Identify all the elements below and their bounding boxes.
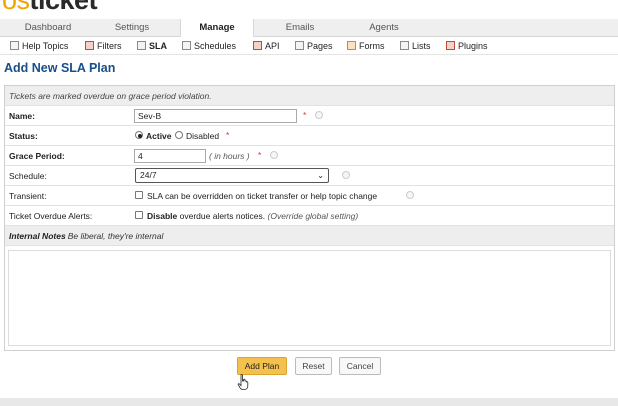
transient-label: Transient: — [9, 191, 47, 201]
schedule-label: Schedule: — [9, 171, 47, 181]
overdue-alerts-hint: (Override global setting) — [267, 211, 359, 221]
help-icon[interactable] — [406, 191, 414, 199]
lists-icon — [400, 41, 409, 50]
api-icon — [253, 41, 262, 50]
filters-icon — [85, 41, 94, 50]
subnav-forms[interactable]: Forms — [347, 40, 385, 53]
internal-notes-header: Internal Notes : Be liberal, they're int… — [5, 226, 614, 246]
add-plan-button[interactable]: Add Plan — [237, 357, 287, 375]
hand-cursor-icon — [237, 374, 249, 390]
help-icon[interactable] — [315, 111, 323, 119]
overdue-alerts-row: Ticket Overdue Alerts: Disable overdue a… — [5, 206, 614, 226]
subnav-sla[interactable]: SLA — [137, 40, 167, 53]
help-topics-icon — [10, 41, 19, 50]
form-note: Tickets are marked overdue on grace peri… — [9, 91, 212, 101]
cancel-button[interactable]: Cancel — [339, 357, 381, 375]
grace-period-row: Grace Period: 4 ( in hours ) * — [5, 146, 614, 166]
form-note-row: Tickets are marked overdue on grace peri… — [5, 86, 614, 106]
help-icon[interactable] — [342, 171, 350, 179]
schedule-select[interactable]: 24/7 ⌄ — [135, 168, 329, 183]
forms-icon — [347, 41, 356, 50]
status-disabled-label[interactable]: Disabled — [186, 131, 219, 141]
subnav-filters[interactable]: Filters — [85, 40, 122, 53]
overdue-alerts-label: Ticket Overdue Alerts: — [9, 211, 93, 221]
status-active-label[interactable]: Active — [146, 131, 172, 141]
transient-text: SLA can be overridden on ticket transfer… — [147, 191, 378, 201]
transient-checkbox[interactable] — [135, 191, 143, 199]
schedule-row: Schedule: 24/7 ⌄ — [5, 166, 614, 186]
status-disabled-radio[interactable] — [175, 131, 183, 139]
chevron-down-icon: ⌄ — [317, 171, 324, 180]
header: osticket — [0, 0, 618, 19]
schedules-icon — [182, 41, 191, 50]
status-row: Status: Active Disabled * — [5, 126, 614, 146]
subnav-lists[interactable]: Lists — [400, 40, 431, 53]
overdue-alerts-rest: overdue alerts notices. — [179, 211, 266, 221]
sla-icon — [137, 41, 146, 50]
main-nav: Dashboard Settings Manage Emails Agents — [0, 19, 618, 38]
name-row: Name: Sev-B * — [5, 106, 614, 126]
required-marker: * — [258, 150, 262, 160]
internal-notes-hint: : Be liberal, they're internal — [63, 231, 164, 241]
required-marker: * — [226, 130, 230, 140]
subnav-api[interactable]: API — [253, 40, 280, 53]
overdue-alerts-text: Disable overdue alerts notices. (Overrid… — [147, 211, 358, 221]
sub-nav: Help Topics Filters SLA Schedules API Pa… — [0, 37, 618, 55]
subnav-pages[interactable]: Pages — [295, 40, 333, 53]
status-active-radio[interactable] — [135, 131, 143, 139]
tab-settings[interactable]: Settings — [84, 19, 180, 37]
tab-emails[interactable]: Emails — [258, 19, 342, 37]
page-title: Add New SLA Plan — [4, 61, 116, 75]
grace-period-unit: ( in hours ) — [209, 151, 250, 161]
overdue-alerts-checkbox[interactable] — [135, 211, 143, 219]
name-input[interactable]: Sev-B — [134, 109, 297, 123]
tab-manage[interactable]: Manage — [180, 19, 254, 38]
overdue-alerts-bold: Disable — [147, 211, 178, 221]
required-marker: * — [303, 110, 307, 120]
internal-notes-area — [5, 246, 614, 350]
grace-period-input[interactable]: 4 — [134, 149, 206, 163]
tab-dashboard[interactable]: Dashboard — [0, 19, 96, 37]
subnav-schedules[interactable]: Schedules — [182, 40, 236, 53]
grace-period-label: Grace Period: — [9, 151, 65, 161]
logo[interactable]: osticket — [2, 0, 98, 16]
name-label: Name: — [9, 111, 35, 121]
pages-icon — [295, 41, 304, 50]
tab-agents[interactable]: Agents — [344, 19, 424, 37]
sla-form: Tickets are marked overdue on grace peri… — [4, 85, 615, 351]
reset-button[interactable]: Reset — [295, 357, 332, 375]
internal-notes-textarea[interactable] — [8, 250, 611, 346]
plugins-icon — [446, 41, 455, 50]
subnav-help-topics[interactable]: Help Topics — [10, 40, 68, 53]
footer — [0, 398, 618, 406]
status-label: Status: — [9, 131, 38, 141]
subnav-plugins[interactable]: Plugins — [446, 40, 488, 53]
internal-notes-label: Internal Notes — [9, 231, 66, 241]
help-icon[interactable] — [270, 151, 278, 159]
transient-row: Transient: SLA can be overridden on tick… — [5, 186, 614, 206]
